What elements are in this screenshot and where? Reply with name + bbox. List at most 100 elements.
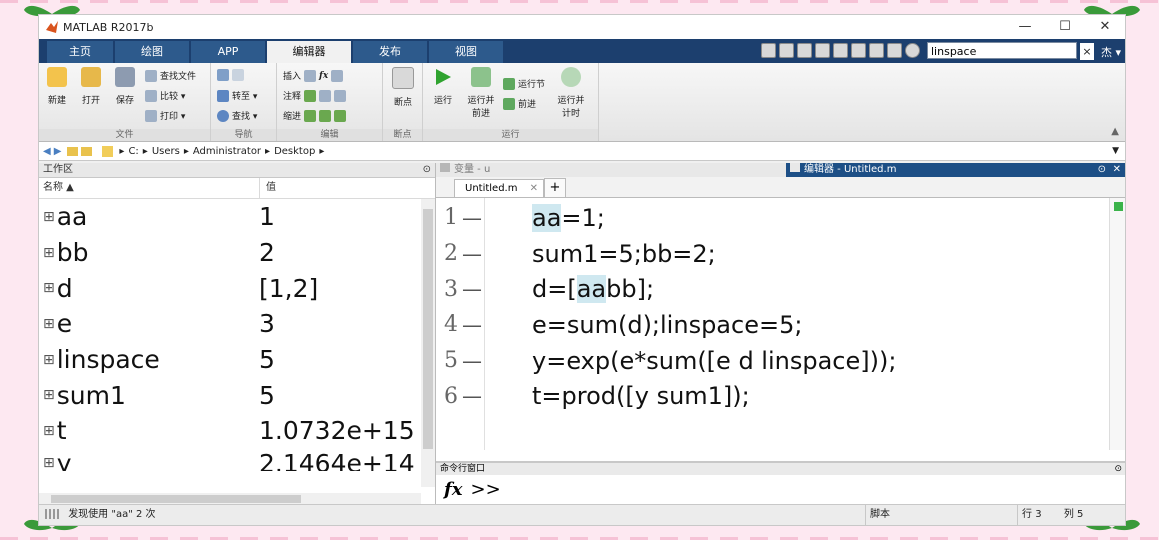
run-advance-button[interactable]: 运行并 前进 [463,67,499,119]
name-column-header[interactable]: 名称 ▲ [39,178,260,198]
variables-title-label: 变量 - u [454,164,491,175]
file-tab-untitled[interactable]: Untitled.m ✕ [454,179,544,197]
breakpoints-label: 断点 [393,98,412,108]
save-icon[interactable] [779,43,794,58]
switch-windows-icon[interactable] [887,43,902,58]
panel-options-icon[interactable]: ⊙ [423,163,431,177]
user-menu[interactable]: 杰 ▾ [1101,44,1121,60]
forward-icon[interactable]: ▶ [54,146,62,157]
new-button[interactable]: 新建 [41,67,73,106]
tab-home[interactable]: 主页 [47,41,113,63]
run-button[interactable]: 运行 [427,67,459,106]
variable-row[interactable]: ⊞ d [1,2] [39,270,435,306]
print-button[interactable]: 打印 ▾ [145,109,185,122]
code-line[interactable]: 3— d=[aa bb]; [436,271,1125,307]
tab-plots[interactable]: 绘图 [115,41,189,63]
line-number: 4 [444,312,458,338]
variable-row[interactable]: ⊞ t 1.0732e+15 [39,413,435,449]
code-analyzer-status-icon [1113,202,1123,211]
insert-button[interactable]: 插入 fx [283,69,344,82]
copy-icon[interactable] [815,43,830,58]
indent-button[interactable]: 缩进 [283,109,347,122]
variable-row[interactable]: ⊞ sum1 5 [39,377,435,413]
function-browser-icon[interactable]: fx [444,479,462,500]
back-icon[interactable]: ◀ [43,146,51,157]
close-panel-icon[interactable]: ✕ [1113,163,1121,177]
up-folder-icon[interactable] [67,146,79,156]
highlighted-variable: aa [532,203,562,232]
comment-button[interactable]: 注释 [283,89,347,102]
redo-icon[interactable] [869,43,884,58]
goto-button[interactable]: 转至 ▾ [217,89,257,102]
code-line[interactable]: 5— y=exp(e*sum([e d linspace])); [436,343,1125,379]
path-segment[interactable]: Desktop [274,146,315,157]
address-bar: ◀ ▶ ▸ C: ▸ Users ▸ Administrator ▸ Deskt… [39,142,1125,161]
run-group-label: 运行 [423,129,598,141]
close-tab-icon[interactable]: ✕ [530,180,538,198]
path-dropdown-icon[interactable]: ▼ [1112,146,1119,156]
close-button[interactable]: ✕ [1085,15,1125,39]
browse-folder-icon[interactable] [81,146,93,156]
breakpoints-button[interactable]: 断点 [387,67,419,108]
back-forward-buttons[interactable] [217,69,244,81]
workspace-vertical-scrollbar[interactable] [421,199,435,487]
code-editor[interactable]: 1— aa =1; 2— sum1=5;bb=2; 3— d=[aa bb]; 4— e=… [436,198,1125,450]
tab-editor[interactable]: 编辑器 [267,41,351,63]
run-and-time-button[interactable]: 运行并 计时 [553,67,589,119]
find-button[interactable]: 查找 ▾ [217,109,257,122]
open-button[interactable]: 打开 [75,67,107,106]
scroll-thumb[interactable] [423,209,433,449]
code-text: e=sum(d);linspace=5; [532,310,803,339]
maximize-button[interactable]: ☐ [1045,15,1085,39]
expand-icon: ⊞ [43,422,55,439]
path-segment[interactable]: C: [128,146,138,157]
path-segment[interactable]: Administrator [193,146,261,157]
code-analyzer-bar[interactable] [1109,198,1125,450]
command-input[interactable]: fx >> [436,475,1125,503]
paste-icon[interactable] [833,43,848,58]
find-files-button[interactable]: 查找文件 [145,69,196,82]
run-group: 运行 运行并 前进 运行节 前进 运行并 计时 运行 [423,63,599,141]
variable-row[interactable]: ⊞ bb 2 [39,235,435,271]
add-tab-button[interactable]: + [544,178,566,197]
undo-icon[interactable] [851,43,866,58]
help-icon[interactable] [905,43,920,58]
variable-row[interactable]: ⊞ e 3 [39,306,435,342]
variable-row[interactable]: ⊞ linspace 5 [39,342,435,378]
code-line[interactable]: 1— aa =1; [436,200,1125,236]
cut-icon[interactable] [797,43,812,58]
line-number: 1 [444,205,458,231]
matlab-window: MATLAB R2017b — ☐ ✕ 主页 绘图 APP 编辑器 发布 视图 … [38,14,1126,526]
insert-function-icon[interactable]: fx [319,71,328,81]
collapse-ribbon-icon[interactable]: ▲ [1111,126,1119,137]
advance-button[interactable]: 前进 [503,97,536,110]
compare-button[interactable]: 比较 ▾ [145,89,185,102]
tab-apps[interactable]: APP [191,41,265,63]
window-title: MATLAB R2017b [63,20,154,34]
search-input[interactable]: linspace × [927,42,1094,60]
matlab-logo-icon [46,21,58,33]
tab-view[interactable]: 视图 [429,41,503,63]
clear-search-button[interactable]: × [1080,43,1094,60]
code-line[interactable]: 2— sum1=5;bb=2; [436,236,1125,272]
row-value: 3 [1035,509,1042,520]
panel-options-icon[interactable]: ⊙ [1114,463,1122,475]
new-label: 新建 [47,96,66,106]
code-line[interactable]: 4— e=sum(d);linspace=5; [436,307,1125,343]
layout-icon[interactable] [761,43,776,58]
value-column-header[interactable]: 值 [260,178,276,198]
path-segment[interactable]: Users [152,146,180,157]
run-section-button[interactable]: 运行节 [503,77,545,90]
code-line[interactable]: 6— t=prod([y sum1]); [436,378,1125,414]
expand-icon: ⊞ [43,351,55,368]
variable-row[interactable]: ⊞ aa 1 [39,199,435,235]
scroll-thumb[interactable] [51,495,301,503]
panel-options-icon[interactable]: ⊙ [1098,163,1106,177]
minimize-button[interactable]: — [1005,15,1045,39]
ribbon: 新建 打开 保存 查找文件 比较 ▾ 打印 ▾ 文件 转至 ▾ 查找 ▾ 导航 … [39,63,1125,142]
search-value: linspace [931,45,977,58]
variable-row[interactable]: ⊞ y 2.1464e+14 [39,449,435,471]
save-button[interactable]: 保存 [109,67,141,106]
variables-panel-title[interactable]: 变量 - u [436,163,786,177]
tab-publish[interactable]: 发布 [353,41,427,63]
